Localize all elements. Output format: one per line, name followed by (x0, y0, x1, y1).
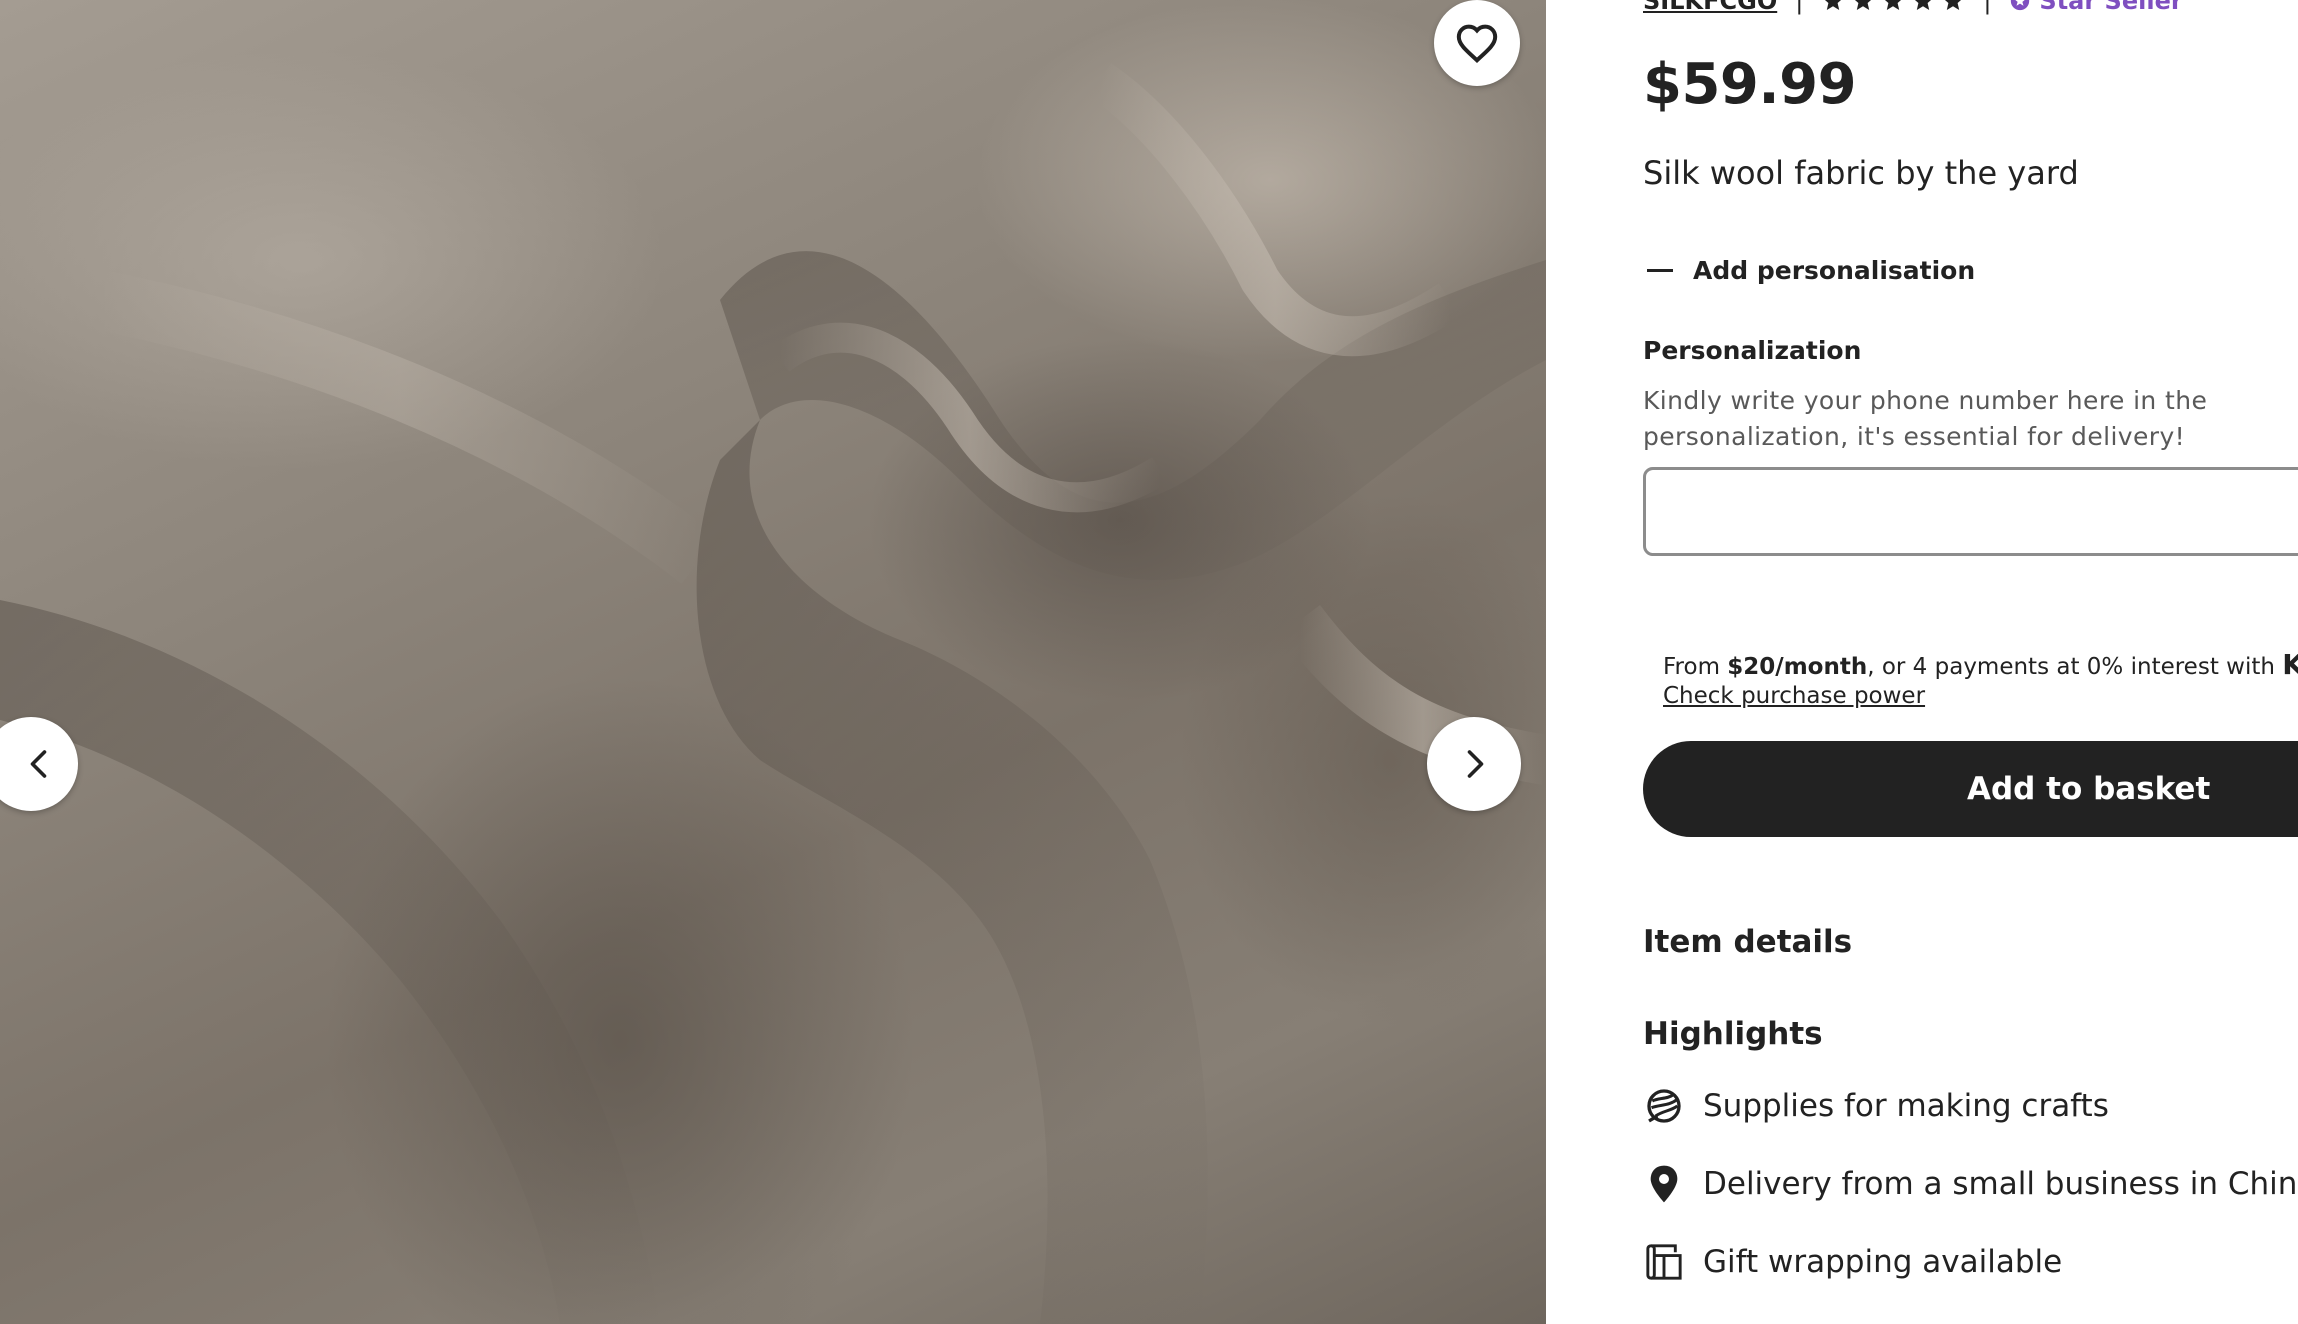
highlights-heading: Highlights (1643, 1016, 1823, 1052)
add-personalisation-toggle[interactable]: Add personalisation (1647, 256, 1975, 285)
gift-wrap-icon (1643, 1241, 1685, 1283)
highlight-row: Delivery from a small business in China (1643, 1163, 2298, 1205)
personalization-input[interactable] (1643, 467, 2298, 556)
highlight-text: Gift wrapping available (1703, 1244, 2063, 1280)
separator: | (1983, 0, 1992, 15)
check-purchase-power-link[interactable]: Check purchase power (1663, 682, 2298, 711)
fabric-image (0, 63, 1546, 1324)
klarna-logo: Klarna (2282, 648, 2298, 681)
highlight-row: Gift wrapping available (1643, 1241, 2062, 1283)
klarna-prefix: From (1663, 654, 1728, 680)
star-icon (1855, 0, 1872, 10)
klarna-middle: , or 4 payments at 0% interest with (1867, 654, 2283, 680)
separator: | (1795, 0, 1804, 15)
listing-image-gallery[interactable] (0, 0, 1546, 1324)
star-seller-badge[interactable]: Star Seller (2009, 0, 2183, 15)
favorite-button[interactable] (1434, 0, 1520, 86)
highlight-text: Delivery from a small business in China (1703, 1166, 2298, 1202)
highlight-row: Supplies for making crafts (1643, 1085, 2109, 1127)
star-icon (1945, 0, 1962, 10)
rating-stars[interactable] (1821, 0, 1965, 13)
collapse-dash-icon (1647, 269, 1673, 272)
highlight-text: Supplies for making crafts (1703, 1088, 2109, 1124)
chevron-left-icon (30, 750, 47, 778)
shop-name-link[interactable]: SILKFCGO (1643, 0, 1777, 15)
price: $59.99 (1643, 52, 1857, 117)
klarna-amount: $20/month (1727, 654, 1868, 680)
yarn-ball-icon (1643, 1085, 1685, 1127)
heart-outline-icon (1456, 24, 1498, 63)
add-to-basket-button[interactable]: Add to basket (1643, 741, 2298, 837)
star-icon (1885, 0, 1902, 10)
shop-rating-row: SILKFCGO | | Star Seller (1643, 0, 2183, 16)
star-seller-label: Star Seller (2039, 0, 2183, 15)
star-icon (1915, 0, 1932, 10)
star-seller-icon (2011, 0, 2030, 11)
listing-title: Silk wool fabric by the yard (1643, 154, 2079, 192)
add-personalisation-label: Add personalisation (1693, 256, 1976, 285)
next-image-button[interactable] (1427, 717, 1521, 811)
star-icon (1825, 0, 1842, 10)
location-pin-icon (1643, 1163, 1685, 1205)
chevron-right-icon (1467, 750, 1484, 778)
klarna-financing: From $20/month, or 4 payments at 0% inte… (1663, 650, 2298, 711)
personalization-instructions: Kindly write your phone number here in t… (1643, 386, 2208, 451)
personalization-label: Personalization (1643, 336, 1862, 365)
item-details-heading[interactable]: Item details (1643, 924, 1852, 960)
product-info-panel: SILKFCGO | | Star Seller $59.99 Silk woo… (1643, 0, 2298, 1324)
